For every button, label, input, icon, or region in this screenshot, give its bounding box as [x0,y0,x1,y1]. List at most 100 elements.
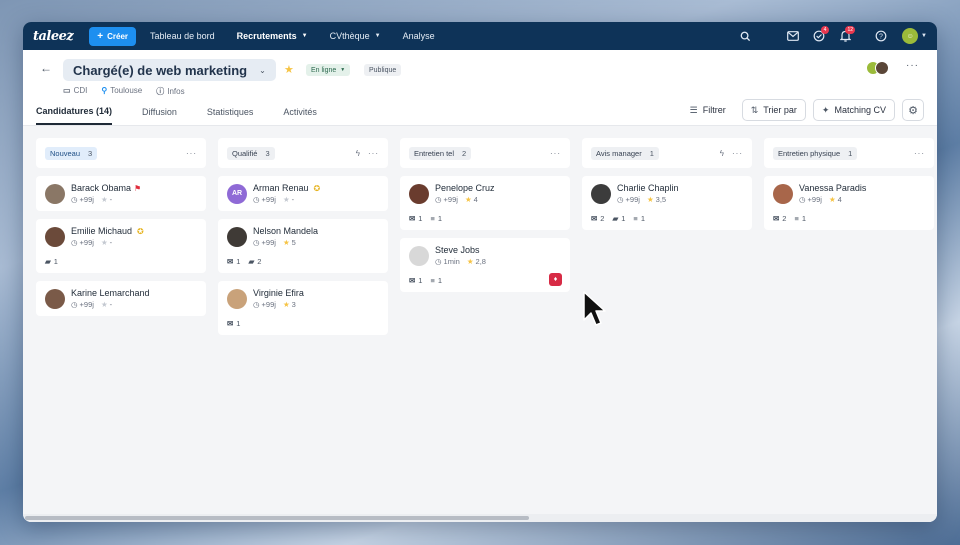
mail-icon: ✉ [773,214,780,223]
filter-button[interactable]: ☰ Filtrer [681,99,735,121]
tab-applications[interactable]: Candidatures (14) [36,99,113,125]
job-header: ← Chargé(e) de web marketing ⌄ ★ En lign… [23,50,937,126]
star-icon: ★ [100,238,108,247]
favorite-star-icon[interactable]: ★ [284,63,294,76]
avatar: AR [227,183,247,204]
candidate-card[interactable]: Penelope Cruz ◷ +99j ★ 4 ✉ 1 ≡ 1 [400,176,570,230]
alert-bell-icon[interactable]: ♦ [549,273,562,286]
candidate-card[interactable]: Nelson Mandela ◷ +99j ★ 5 ✉ 1 ▰ 2 [218,219,388,273]
job-selector[interactable]: Chargé(e) de web marketing ⌄ [63,59,276,81]
candidate-name: Virginie Efira [253,288,304,298]
column-tag: Nouveau 3 [45,146,98,160]
clock-icon: ◷ [71,195,78,204]
star-icon: ★ [282,195,290,204]
help-icon[interactable]: ? [868,30,894,42]
status-dropdown[interactable]: En ligne ▼ [306,64,351,76]
note-count: 1 [801,214,807,223]
candidate-card[interactable]: Emilie Michaud ✪ ◷ +99j ★ - ▰ 1 [36,219,206,273]
column-header: Qualifié 3 ϟ ··· [218,138,388,168]
candidate-card[interactable]: Vanessa Paradis ◷ +99j ★ 4 ✉ 2 ≡ 1 [764,176,934,230]
medal-icon: ✪ [313,183,321,193]
more-icon[interactable]: ··· [906,60,919,71]
app-window: taleez + Créer Tableau de bord Recruteme… [23,22,937,522]
kanban-board: Nouveau 3 ··· Barack Obama ⚑ ◷ +99j ★ - Emili… [36,138,937,512]
settings-button[interactable]: ⚙ [902,99,924,121]
candidate-time: +99j [443,195,458,204]
star-icon: ★ [646,195,654,204]
flag-icon: ⚑ [134,183,142,193]
column-nouveau: Nouveau 3 ··· Barack Obama ⚑ ◷ +99j ★ - Emili… [36,138,206,512]
candidate-card[interactable]: AR Arman Renau ✪ ◷ +99j ★ - [218,176,388,211]
user-avatar[interactable]: ☺ [902,28,919,44]
column-tag: Entretien physique 1 [773,146,858,160]
note-count: 1 [640,214,645,223]
column-title: Entretien tel [414,148,455,158]
tab-activities[interactable]: Activités [283,99,317,125]
tab-bar: Candidatures (14) Diffusion Statistiques… [36,99,347,125]
status-label: En ligne [311,66,337,74]
clock-icon: ◷ [253,238,260,247]
bell-icon[interactable]: 12 [832,26,858,42]
mail-count: 1 [236,319,241,328]
candidate-card[interactable]: Karine Lemarchand ◷ +99j ★ - [36,281,206,316]
create-button[interactable]: + Créer [89,26,137,46]
candidate-time: +99j [807,195,822,204]
candidate-rating: 4 [837,195,842,204]
nav-item-dashboard[interactable]: Tableau de bord [150,31,215,41]
candidate-card[interactable]: Charlie Chaplin ◷ +99j ★ 3,5 ✉ 2 ▰ 1 ≡ 1 [582,176,752,230]
chevron-down-icon[interactable]: ▼ [921,33,927,39]
candidate-card[interactable]: Virginie Efira ◷ +99j ★ 3 ✉ 1 [218,281,388,335]
avatar [773,183,793,204]
mail-icon[interactable] [780,31,806,41]
more-icon[interactable]: ··· [550,149,561,158]
sparkle-icon: ✦ [821,104,830,115]
tab-diffusion[interactable]: Diffusion [142,99,177,125]
more-icon[interactable]: ··· [368,149,379,158]
tab-statistics[interactable]: Statistiques [207,99,254,125]
nav-item-cvtheque[interactable]: CVthèque ▼ [330,31,381,41]
nav-item-label: Recrutements [236,31,297,41]
mail-icon: ✉ [409,214,416,223]
sort-button[interactable]: ⇅ Trier par [741,99,806,121]
avatar [591,183,611,204]
infos-link[interactable]: ⓘ Infos [156,86,184,97]
tasks-badge: 4 [821,26,830,34]
mail-count: 1 [418,276,423,285]
avatar [227,288,247,309]
automation-icon[interactable]: ϟ [356,149,360,158]
candidate-rating: 2,8 [475,257,486,266]
automation-icon[interactable]: ϟ [720,149,724,158]
chevron-down-icon: ▼ [301,33,308,39]
mail-count: 2 [600,214,605,223]
search-icon[interactable] [732,31,758,42]
candidate-card[interactable]: Barack Obama ⚑ ◷ +99j ★ - [36,176,206,211]
column-count: 1 [649,148,654,158]
star-icon: ★ [282,300,290,309]
notifications-badge: 12 [845,26,856,34]
tasks-icon[interactable]: 4 [806,26,832,42]
candidate-name: Steve Jobs [435,245,480,255]
collaborator-avatars[interactable] [866,61,889,75]
nav-item-label: Tableau de bord [150,31,215,41]
column-qualifie: Qualifié 3 ϟ ··· AR Arman Renau ✪ ◷ +99j ★ - [218,138,388,512]
note-count: 1 [437,276,443,285]
chevron-down-icon: ⌄ [259,65,266,75]
message-count: 1 [621,214,626,223]
more-icon[interactable]: ··· [914,149,925,158]
horizontal-scrollbar[interactable] [23,514,937,522]
more-icon[interactable]: ··· [732,149,743,158]
column-header: Nouveau 3 ··· [36,138,206,168]
plus-icon: + [97,30,104,42]
back-arrow-icon[interactable]: ← [40,61,52,75]
candidate-card[interactable]: Steve Jobs ◷ 1min ★ 2,8 ✉ 1 ≡ 1 ♦ [400,238,570,292]
nav-item-analysis[interactable]: Analyse [403,31,435,41]
star-icon: ★ [466,257,474,266]
nav-item-label: CVthèque [329,31,370,41]
column-entretien-physique: Entretien physique 1 ··· Vanessa Paradis … [764,138,934,512]
more-icon[interactable]: ··· [186,149,197,158]
scrollbar-thumb[interactable] [25,516,529,520]
nav-item-recruitments[interactable]: Recrutements ▼ [237,31,308,41]
message-count: 2 [257,257,262,266]
matching-cv-button[interactable]: ✦ Matching CV [812,99,895,121]
column-tag: Entretien tel 2 [409,146,472,160]
